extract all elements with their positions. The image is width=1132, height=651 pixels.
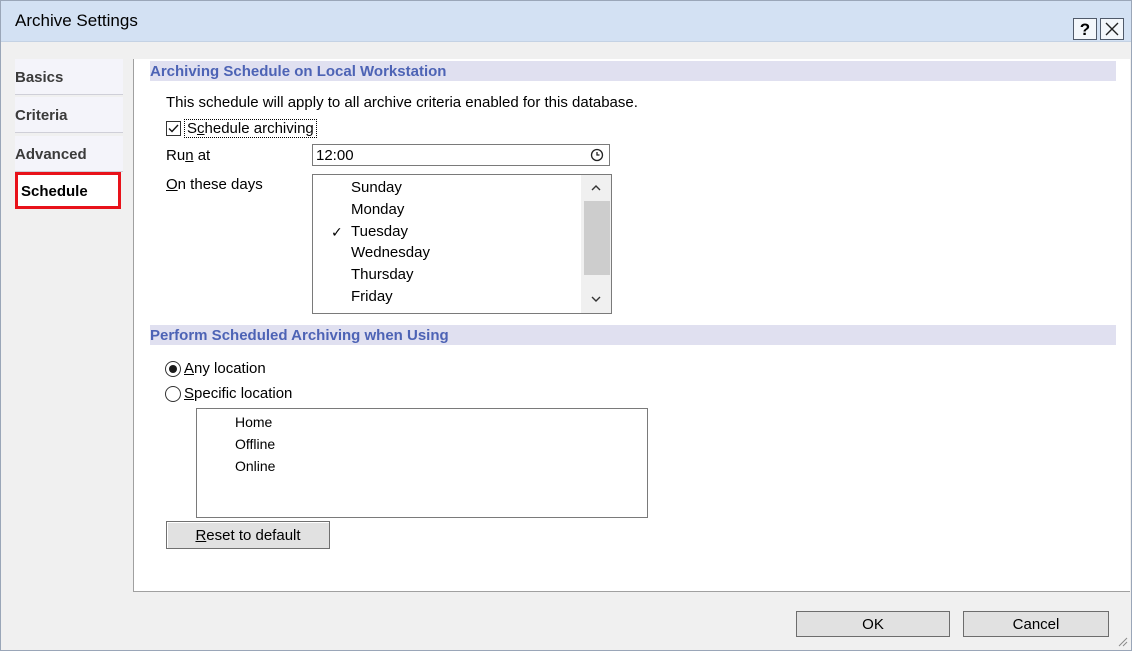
schedule-archiving-checkbox-row[interactable]: Schedule archiving <box>166 119 317 138</box>
schedule-panel: Archiving Schedule on Local Workstation … <box>133 59 1130 592</box>
days-listbox[interactable]: Sunday Monday ✓ Tuesday Wednesday Thursd… <box>312 174 612 314</box>
any-location-radio-row[interactable]: Any location <box>165 360 266 377</box>
specific-location-radio[interactable] <box>165 385 181 402</box>
tab-strip: Basics Criteria Advanced Schedule <box>15 59 133 599</box>
radio-selected-dot <box>169 364 177 373</box>
run-at-value: 12:00 <box>316 147 354 164</box>
scroll-up-icon[interactable] <box>589 181 603 195</box>
tab-label: Criteria <box>15 107 68 124</box>
close-button[interactable] <box>1100 18 1124 40</box>
schedule-archiving-label: Schedule archiving <box>184 119 317 138</box>
specific-location-radio-row[interactable]: Specific location <box>165 385 292 402</box>
tab-criteria[interactable]: Criteria <box>15 97 123 133</box>
title-bar[interactable]: Archive Settings ? <box>1 1 1131 42</box>
locations-listbox[interactable]: Home Offline Online <box>196 408 648 518</box>
help-icon: ? <box>1079 19 1091 39</box>
list-item-thursday[interactable]: Thursday <box>313 266 583 286</box>
close-icon <box>1105 22 1119 36</box>
tab-schedule[interactable]: Schedule <box>15 172 121 209</box>
tab-label: Basics <box>15 69 64 86</box>
tab-advanced[interactable]: Advanced <box>15 136 123 172</box>
list-item-sunday[interactable]: Sunday <box>313 179 583 199</box>
list-item-friday[interactable]: Friday <box>313 288 583 308</box>
clock-icon <box>590 148 604 162</box>
list-item-tuesday[interactable]: ✓ Tuesday <box>313 223 583 243</box>
resize-grip-icon[interactable] <box>1116 635 1128 647</box>
section-header-location: Perform Scheduled Archiving when Using <box>150 325 1116 345</box>
scrollbar-thumb[interactable] <box>584 201 610 275</box>
run-at-label: Run at <box>166 147 211 164</box>
tab-label: Schedule <box>21 183 88 200</box>
days-label: On these days <box>166 176 263 193</box>
archive-settings-dialog: Archive Settings ? Basics Criteria Advan… <box>0 0 1132 651</box>
reset-label: Reset to default <box>195 526 301 544</box>
checkmark-icon <box>168 124 179 133</box>
list-item-home[interactable]: Home <box>235 414 272 430</box>
list-item-offline[interactable]: Offline <box>235 436 275 452</box>
reset-to-default-button[interactable]: Reset to default <box>166 521 330 549</box>
list-item-online[interactable]: Online <box>235 458 275 474</box>
schedule-description: This schedule will apply to all archive … <box>166 94 638 111</box>
run-at-time-input[interactable]: 12:00 <box>312 144 610 166</box>
schedule-archiving-checkbox[interactable] <box>166 121 181 136</box>
any-location-radio[interactable] <box>165 360 181 377</box>
time-picker-button[interactable] <box>587 146 607 164</box>
window-title: Archive Settings <box>15 11 138 30</box>
specific-location-label: Specific location <box>184 385 293 402</box>
section-header-archiving-schedule: Archiving Schedule on Local Workstation <box>150 61 1116 81</box>
any-location-label: Any location <box>184 360 266 377</box>
tab-label: Advanced <box>15 146 87 163</box>
scroll-down-icon[interactable] <box>589 292 603 306</box>
days-scrollbar[interactable] <box>581 175 611 313</box>
cancel-button[interactable]: Cancel <box>963 611 1109 637</box>
list-item-wednesday[interactable]: Wednesday <box>313 244 583 264</box>
day-checked-icon: ✓ <box>331 224 343 240</box>
help-button[interactable]: ? <box>1073 18 1097 40</box>
ok-button[interactable]: OK <box>796 611 950 637</box>
tab-basics[interactable]: Basics <box>15 59 123 95</box>
list-item-monday[interactable]: Monday <box>313 201 583 221</box>
